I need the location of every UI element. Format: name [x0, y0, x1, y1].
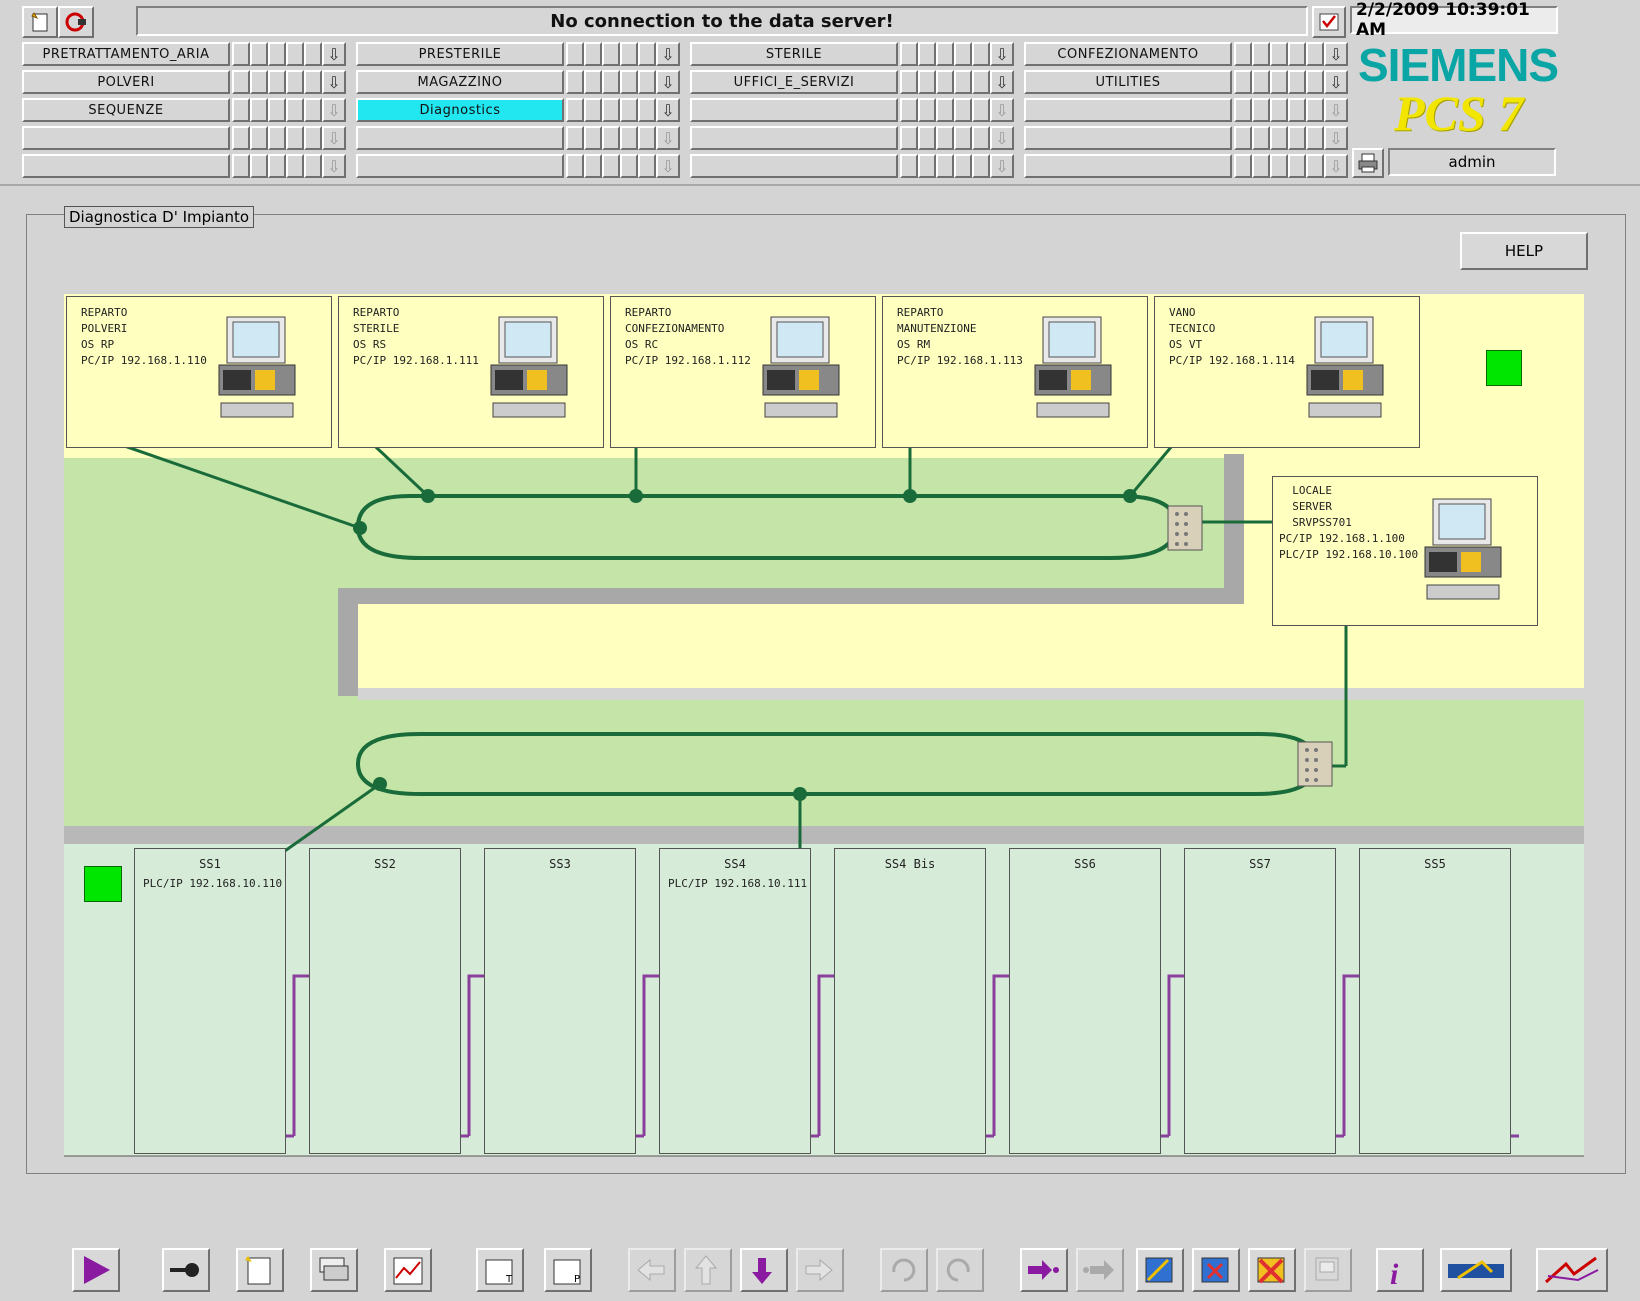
next-picture-icon[interactable] — [1020, 1248, 1068, 1292]
os-station-label: REPARTO POLVERI OS RP PC/IP 192.168.1.11… — [81, 306, 207, 367]
computer-icon — [487, 315, 571, 429]
plc-station-name: SS1 — [199, 857, 221, 871]
alarm-ack-icon[interactable] — [1192, 1248, 1240, 1292]
plc-station-box[interactable]: SS4 PLC/IP 192.168.10.111 — [659, 848, 811, 1154]
os-station-box[interactable]: REPARTO MANUTENZIONE OS RM PC/IP 192.168… — [882, 296, 1148, 448]
alarm-lock-icon[interactable] — [1248, 1248, 1296, 1292]
plc-station-box[interactable]: SS5 — [1359, 848, 1511, 1154]
os-station-box[interactable]: VANO TECNICO OS VT PC/IP 192.168.1.114 — [1154, 296, 1420, 448]
os-station-label: VANO TECNICO OS VT PC/IP 192.168.1.114 — [1169, 306, 1295, 367]
play-icon[interactable] — [72, 1248, 120, 1292]
plc-area-background — [64, 844, 1584, 1156]
os-station-label: REPARTO STERILE OS RS PC/IP 192.168.1.11… — [353, 306, 479, 367]
os-station-box[interactable]: REPARTO CONFEZIONAMENTO OS RC PC/IP 192.… — [610, 296, 876, 448]
printer-setup-icon[interactable] — [1304, 1248, 1352, 1292]
plc-station-ip: PLC/IP 192.168.10.111 — [668, 877, 808, 890]
computer-icon — [759, 315, 843, 429]
ethernet-switch-upper — [1167, 505, 1203, 551]
computer-icon — [1303, 315, 1387, 429]
arrow-down-icon[interactable] — [740, 1248, 788, 1292]
signal-icon[interactable] — [1536, 1248, 1608, 1292]
plc-station-name: SS4 Bis — [884, 857, 936, 871]
os-network-status-indicator — [1486, 350, 1522, 386]
os-station-box[interactable]: REPARTO POLVERI OS RP PC/IP 192.168.1.11… — [66, 296, 332, 448]
plc-station-box[interactable]: SS3 — [484, 848, 636, 1154]
plc-station-box[interactable]: SS1 PLC/IP 192.168.10.110 — [134, 848, 286, 1154]
batch-p-icon[interactable]: P — [544, 1248, 592, 1292]
server-box[interactable]: LOCALE SERVER SRVPSS701 PC/IP 192.168.1.… — [1272, 476, 1538, 626]
os-station-box[interactable]: REPARTO STERILE OS RS PC/IP 192.168.1.11… — [338, 296, 604, 448]
svg-text:P: P — [574, 1274, 580, 1285]
plc-station-name: SS2 — [374, 857, 396, 871]
arrow-left-icon[interactable] — [628, 1248, 676, 1292]
arrow-up-icon[interactable] — [684, 1248, 732, 1292]
svg-text:i: i — [1390, 1258, 1399, 1290]
report-icon[interactable] — [236, 1248, 284, 1292]
undo-icon[interactable] — [880, 1248, 928, 1292]
plc-station-name: SS5 — [1424, 857, 1446, 871]
overview-icon[interactable] — [310, 1248, 358, 1292]
plc-station-box[interactable]: SS7 — [1184, 848, 1336, 1154]
ethernet-switch-lower — [1297, 741, 1333, 787]
plc-station-box[interactable]: SS6 — [1009, 848, 1161, 1154]
computer-icon — [1031, 315, 1115, 429]
faceplate-icon[interactable] — [1440, 1248, 1512, 1292]
info-icon[interactable]: i — [1376, 1248, 1424, 1292]
plc-station-box[interactable]: SS4 Bis — [834, 848, 986, 1154]
lock-picture-icon[interactable] — [1136, 1248, 1184, 1292]
plc-station-ip: PLC/IP 192.168.10.110 — [143, 877, 283, 890]
plc-station-box[interactable]: SS2 — [309, 848, 461, 1154]
plc-station-name: SS4 — [724, 857, 746, 871]
os-station-label: REPARTO CONFEZIONAMENTO OS RC PC/IP 192.… — [625, 306, 751, 367]
server-label: LOCALE SERVER SRVPSS701 PC/IP 192.168.1.… — [1279, 484, 1419, 561]
plc-station-name: SS3 — [549, 857, 571, 871]
svg-text:T: T — [505, 1274, 513, 1285]
computer-icon — [215, 315, 299, 429]
plc-network-status-indicator — [84, 866, 122, 902]
plc-station-name: SS6 — [1074, 857, 1096, 871]
key-icon[interactable] — [162, 1248, 210, 1292]
prev-picture-icon[interactable] — [1076, 1248, 1124, 1292]
os-station-label: REPARTO MANUTENZIONE OS RM PC/IP 192.168… — [897, 306, 1023, 367]
trend-icon[interactable] — [384, 1248, 432, 1292]
redo-icon[interactable] — [936, 1248, 984, 1292]
batch-t-icon[interactable]: T — [476, 1248, 524, 1292]
arrow-right-icon[interactable] — [796, 1248, 844, 1292]
plc-station-name: SS7 — [1249, 857, 1271, 871]
server-computer-icon — [1421, 497, 1505, 611]
